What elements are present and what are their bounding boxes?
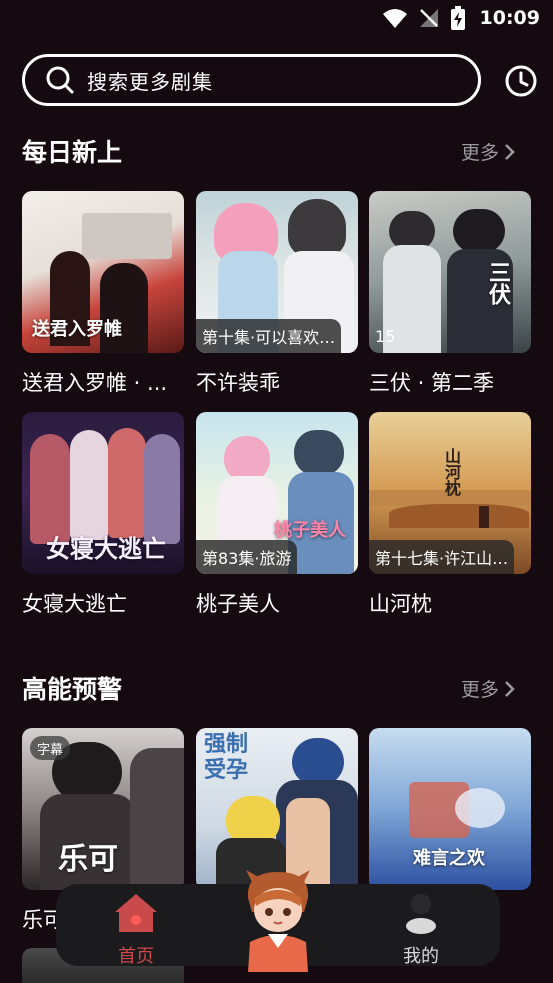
drama-cover: 三伏 15 [369, 191, 531, 353]
drama-cover: 强制受孕 [196, 728, 358, 890]
profile-icon [406, 894, 436, 934]
section-title-daily-new: 每日新上 [22, 138, 123, 167]
status-bar: 10:09 [0, 0, 553, 38]
drama-card[interactable]: 女寝大逃亡 女寝大逃亡 [22, 412, 184, 618]
cover-caption: 难言之欢 [413, 848, 485, 869]
drama-cover: 难言之欢 [369, 728, 531, 890]
drama-title: 桃子美人 [196, 592, 280, 616]
battery-icon [450, 6, 465, 30]
drama-title: 不许装乖 [196, 371, 280, 395]
mascot-avatar-icon[interactable] [240, 868, 316, 972]
drama-card[interactable]: 强制受孕 [196, 728, 358, 890]
subtitle-badge: 字幕 [30, 736, 71, 760]
drama-card[interactable]: 三伏 15 三伏 · 第二季 [369, 191, 531, 397]
cover-caption: 强制受孕 [204, 732, 249, 783]
cover-caption: 送君入罗帷 [32, 319, 122, 340]
cover-caption: 乐可 [58, 842, 118, 877]
drama-card[interactable]: 难言之欢 [369, 728, 531, 890]
episode-tag: 15 [375, 326, 396, 346]
drama-title: 女寝大逃亡 [22, 592, 127, 616]
nav-home[interactable]: 首页 [91, 892, 181, 968]
episode-tag: 第十集·可以喜欢… [196, 319, 342, 353]
chevron-right-icon [505, 680, 515, 697]
cover-caption: 三伏 [485, 261, 510, 305]
nav-home-label: 首页 [118, 946, 154, 967]
more-link-daily-new[interactable]: 更多 [461, 138, 515, 165]
drama-cover: 桃子美人 第83集·旅游 [196, 412, 358, 574]
no-signal-icon [419, 9, 438, 27]
nav-mine-label: 我的 [403, 946, 439, 967]
cover-caption: 山河枕 [442, 448, 461, 496]
drama-cover: 第十集·可以喜欢… [196, 191, 358, 353]
drama-cover: 女寝大逃亡 [22, 412, 184, 574]
drama-cover: 乐可 字幕 [22, 728, 184, 890]
search-row: 搜索更多剧集 [22, 54, 538, 106]
more-label: 更多 [460, 679, 499, 701]
drama-card[interactable]: 山河枕 第十七集·许江山… 山河枕 [369, 412, 531, 618]
cover-caption: 女寝大逃亡 [46, 535, 166, 563]
clock-time: 10:09 [479, 7, 540, 29]
more-link-high-energy[interactable]: 更多 [461, 675, 515, 702]
more-label: 更多 [460, 142, 499, 164]
drama-card[interactable]: 送君入罗帷 送君入罗帷 · ... [22, 191, 184, 397]
search-icon [46, 66, 74, 94]
section-title-high-energy: 高能预警 [22, 675, 123, 704]
drama-cover: 送君入罗帷 [22, 191, 184, 353]
episode-tag: 第十七集·许江山… [369, 540, 515, 574]
drama-card[interactable]: 桃子美人 第83集·旅游 桃子美人 [196, 412, 358, 618]
drama-cover: 山河枕 第十七集·许江山… [369, 412, 531, 574]
search-placeholder: 搜索更多剧集 [87, 69, 213, 94]
episode-tag: 第83集·旅游 [196, 540, 298, 574]
nav-mine[interactable]: 我的 [376, 892, 466, 968]
drama-title: 山河枕 [369, 592, 432, 616]
drama-card[interactable]: 第十集·可以喜欢… 不许装乖 [196, 191, 358, 397]
drama-title: 送君入罗帷 · ... [22, 371, 168, 395]
chevron-right-icon [505, 143, 515, 160]
wifi-icon [382, 9, 407, 28]
cover-caption: 桃子美人 [274, 520, 346, 541]
home-icon [115, 894, 157, 932]
history-icon[interactable] [504, 64, 538, 98]
drama-title: 三伏 · 第二季 [369, 371, 495, 395]
search-input[interactable]: 搜索更多剧集 [22, 54, 481, 106]
